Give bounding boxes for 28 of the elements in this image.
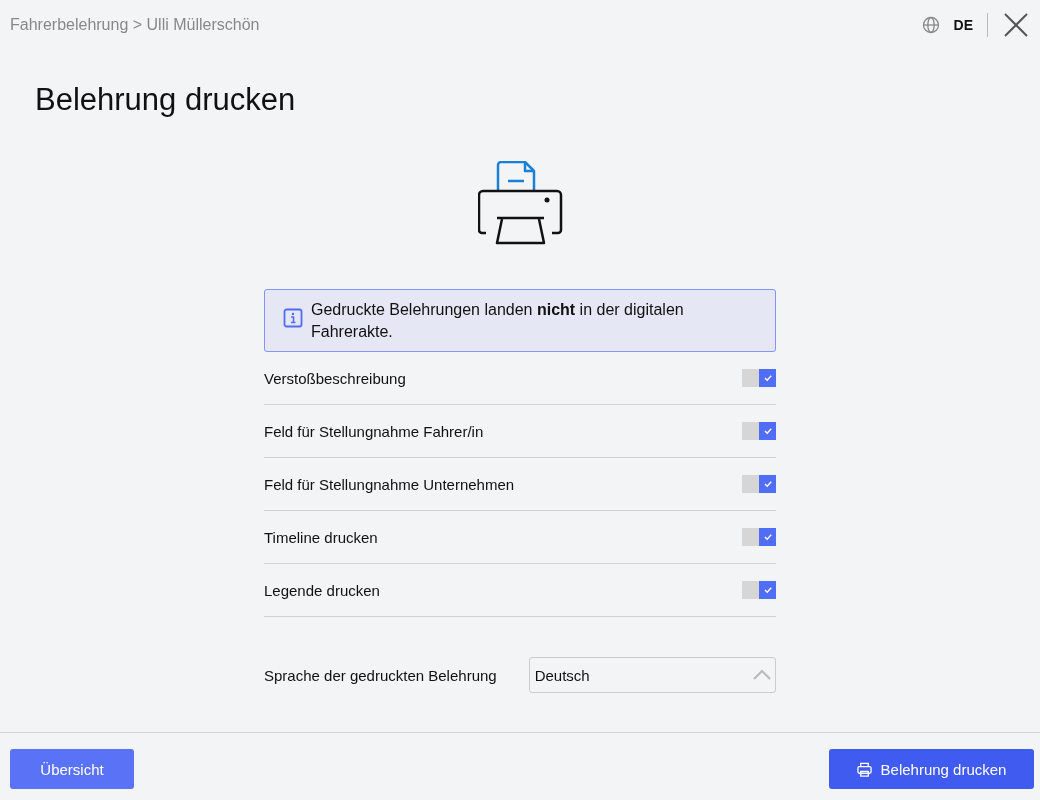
language-select[interactable]: Deutsch xyxy=(528,657,776,693)
check-icon xyxy=(762,585,773,595)
option-label: Feld für Stellungnahme Fahrer/in xyxy=(264,422,484,440)
select-label: Sprache der gedruckten Belehrung xyxy=(264,666,497,684)
overview-button[interactable]: Übersicht xyxy=(10,749,134,789)
breadcrumb: Fahrerbelehrung > Ulli Müllerschön xyxy=(10,16,260,34)
check-icon xyxy=(762,373,773,383)
print-button[interactable]: Belehrung drucken xyxy=(829,749,1034,789)
close-icon[interactable] xyxy=(1004,13,1028,37)
toggle-checkbox[interactable] xyxy=(742,369,776,387)
toggle-checkbox[interactable] xyxy=(742,581,776,599)
check-icon xyxy=(762,532,773,542)
option-label: Timeline drucken xyxy=(264,528,378,546)
printer-icon xyxy=(856,761,872,777)
option-label: Legende drucken xyxy=(264,581,380,599)
toggle-checkbox[interactable] xyxy=(742,528,776,546)
option-label: Feld für Stellungnahme Unternehmen xyxy=(264,475,515,493)
check-icon xyxy=(762,479,773,489)
toggle-checkbox[interactable] xyxy=(742,475,776,493)
info-text: Gedruckte Belehrungen landen nicht in der digitalen Fahrerakte. xyxy=(311,300,685,342)
page-title: Belehrung drucken xyxy=(35,82,297,118)
check-icon xyxy=(762,426,773,436)
caret-icon xyxy=(753,669,771,681)
option-label: Verstoßbeschreibung xyxy=(264,369,406,387)
toggle-checkbox[interactable] xyxy=(742,422,776,440)
globe-icon[interactable] xyxy=(921,16,940,34)
info-icon xyxy=(283,308,303,328)
language-code[interactable]: DE xyxy=(953,17,973,33)
